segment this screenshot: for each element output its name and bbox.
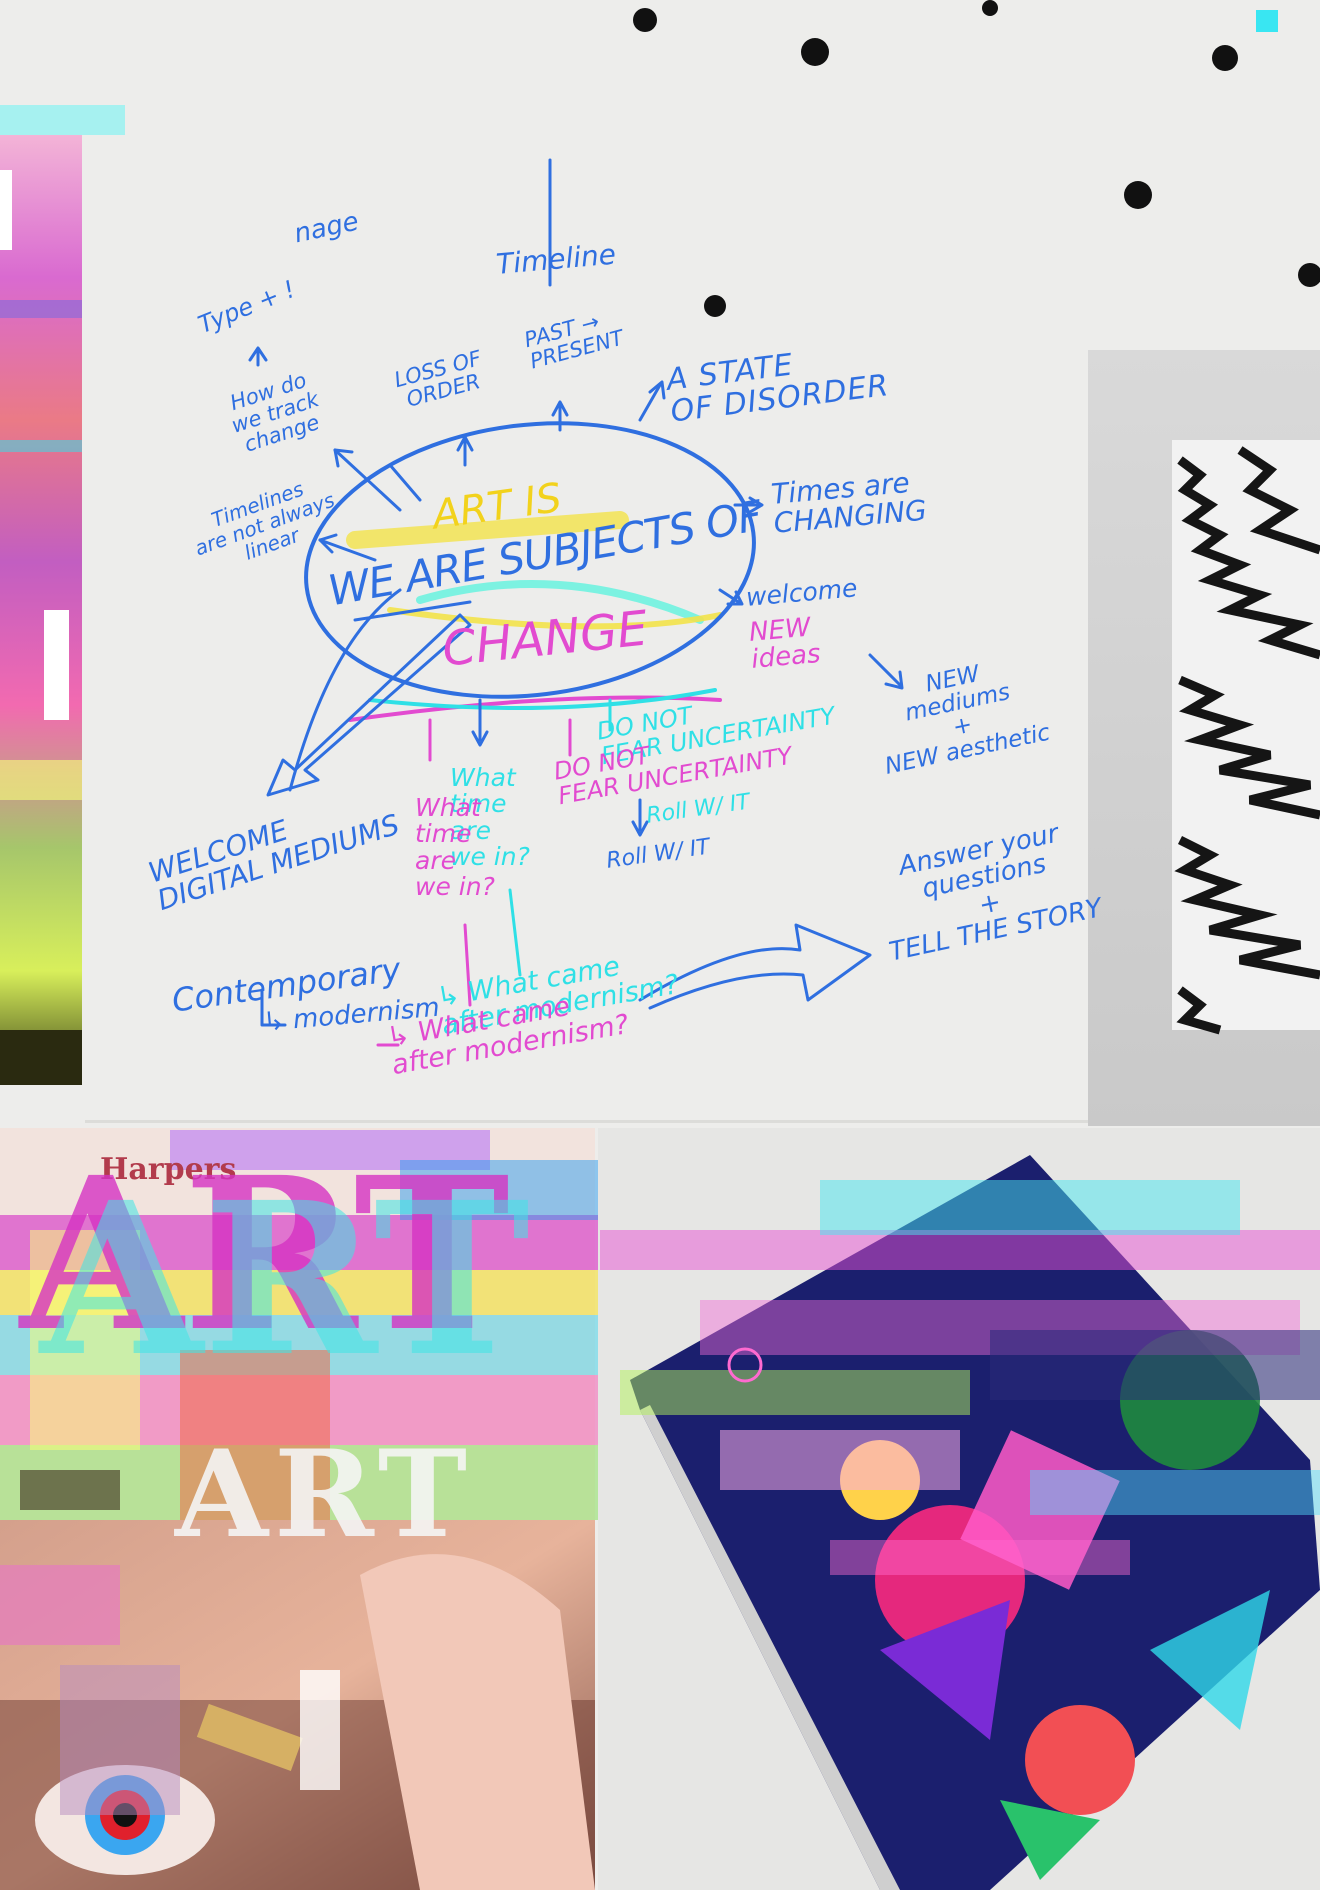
black-dot-icon (633, 0, 1320, 317)
left-glitch-strip (0, 105, 125, 1085)
zigzag-artwork-panel (1088, 350, 1320, 1126)
node-times-changing: Times are CHANGING (769, 465, 928, 541)
magazine-big-letters-cyan: ART (40, 1156, 531, 1403)
magazine-sub-letters: ART (175, 1424, 474, 1565)
book-cover-image (598, 1128, 1320, 1890)
node-new-ideas: NEW ideas (747, 612, 822, 676)
node-what-time-pink: What time are we in? (415, 793, 495, 901)
